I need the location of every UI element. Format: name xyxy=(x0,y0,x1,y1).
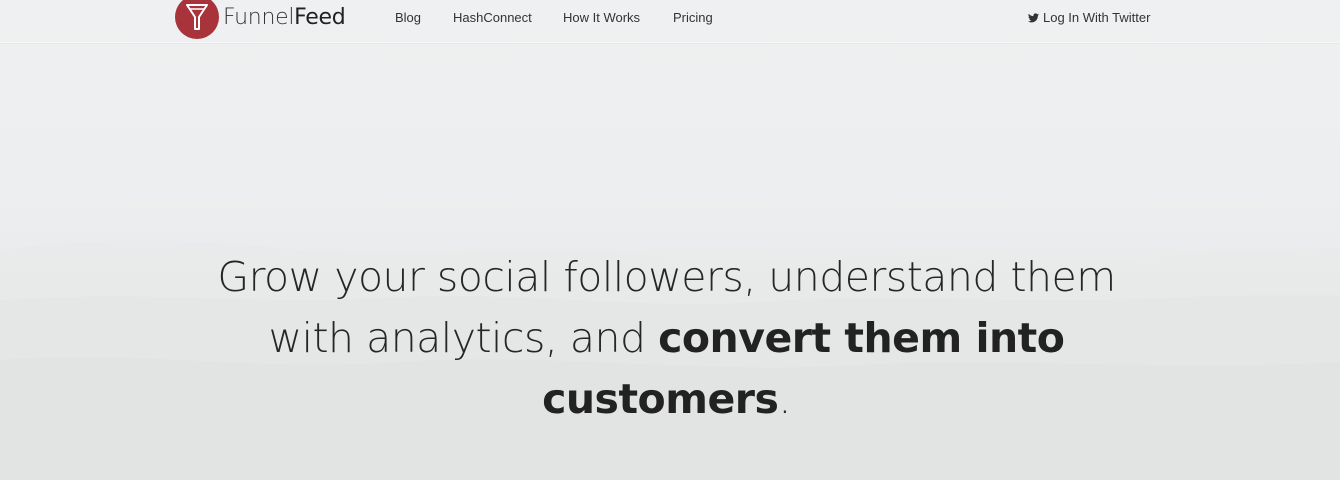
hero-headline-end: . xyxy=(778,375,791,423)
brand-name: FunnelFeed xyxy=(223,4,346,30)
nav-link-hashconnect[interactable]: HashConnect xyxy=(453,10,532,26)
funnel-icon xyxy=(175,0,219,39)
hero-headline-bold-1: convert them into xyxy=(658,314,1065,362)
top-navbar: FunnelFeed Blog HashConnect How It Works… xyxy=(0,0,1340,43)
nav-link-blog[interactable]: Blog xyxy=(395,10,421,26)
twitter-icon xyxy=(1028,13,1039,23)
login-label: Log In With Twitter xyxy=(1043,10,1151,25)
brand-logo-link[interactable]: FunnelFeed xyxy=(175,0,346,39)
nav-link-pricing[interactable]: Pricing xyxy=(673,10,713,26)
hero-headline-bold-2: customers xyxy=(542,375,779,423)
login-with-twitter-button[interactable]: Log In With Twitter xyxy=(1028,10,1150,26)
brand-name-light: Funnel xyxy=(223,4,295,30)
brand-name-bold: Feed xyxy=(294,4,346,30)
hero-headline: Grow your social followers, understand t… xyxy=(210,247,1123,430)
nav-link-how-it-works[interactable]: How It Works xyxy=(563,10,640,26)
